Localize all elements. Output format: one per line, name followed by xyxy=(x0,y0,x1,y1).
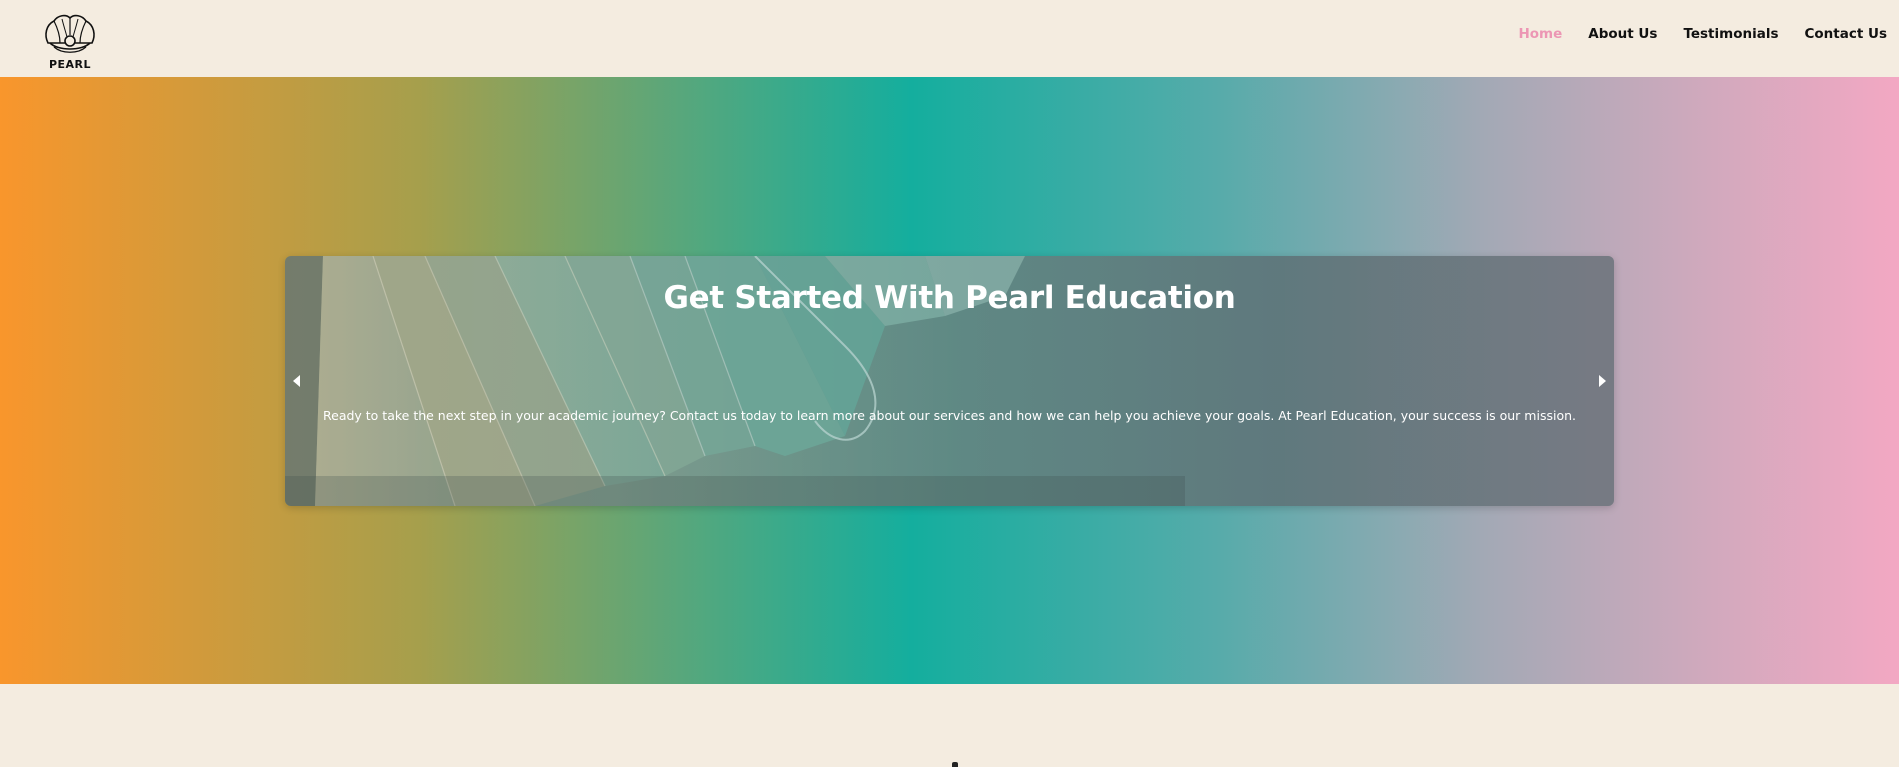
carousel-description: Ready to take the next step in your acad… xyxy=(323,408,1576,423)
main-nav: Home About Us Testimonials Contact Us xyxy=(1518,26,1887,42)
hero-section: Get Started With Pearl Education Ready t… xyxy=(0,77,1899,684)
shell-icon xyxy=(45,14,95,53)
caret-right-icon xyxy=(1599,375,1606,387)
logo-text: PEARL xyxy=(48,58,92,71)
nav-about-us[interactable]: About Us xyxy=(1588,26,1657,42)
nav-contact-us[interactable]: Contact Us xyxy=(1804,26,1887,42)
carousel-title: Get Started With Pearl Education xyxy=(663,280,1236,316)
nav-home[interactable]: Home xyxy=(1518,26,1562,42)
carousel-prev-button[interactable] xyxy=(285,366,309,396)
navbar: PEARL Home About Us Testimonials Contact… xyxy=(0,0,1899,77)
caret-left-icon xyxy=(293,375,300,387)
nav-testimonials[interactable]: Testimonials xyxy=(1683,26,1778,42)
pearl-logo[interactable]: PEARL xyxy=(40,13,100,73)
next-section xyxy=(0,684,1899,767)
hero-carousel: Get Started With Pearl Education Ready t… xyxy=(285,256,1614,506)
section-heading-peek xyxy=(952,762,958,767)
carousel-next-button[interactable] xyxy=(1590,366,1614,396)
